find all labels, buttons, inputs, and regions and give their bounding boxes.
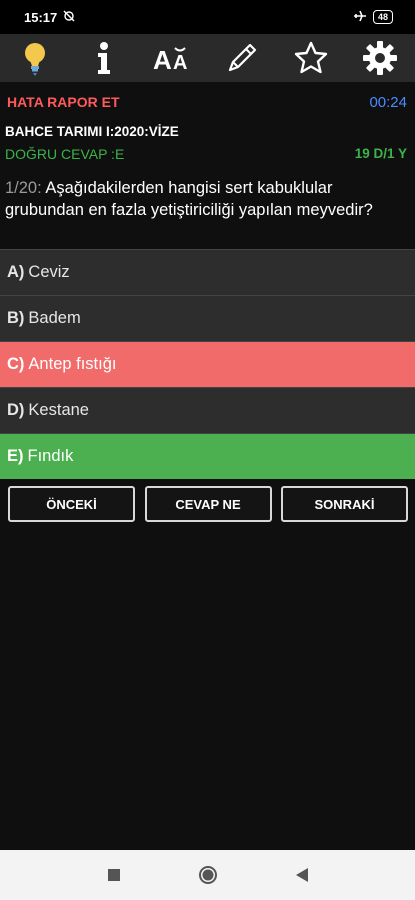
answer-row: DOĞRU CEVAP :E 19 D/1 Y: [5, 146, 407, 162]
info-icon[interactable]: [79, 37, 129, 79]
option-text: Fındık: [27, 447, 74, 465]
option-key: D): [7, 401, 25, 419]
option-text: Antep fıstığı: [28, 355, 117, 373]
system-nav-bar: [0, 850, 415, 900]
option-text: Ceviz: [28, 263, 70, 281]
option-key: E): [7, 447, 24, 465]
option-key: B): [7, 309, 25, 327]
question-text: 1/20: Aşağıdakilerden hangisi sert kabuk…: [5, 177, 407, 221]
previous-button[interactable]: ÖNCEKİ: [8, 486, 135, 522]
pencil-icon[interactable]: [217, 37, 267, 79]
option-text: Kestane: [28, 401, 89, 419]
correct-answer-label: DOĞRU CEVAP :E: [5, 146, 125, 162]
question-number: 1/20:: [5, 179, 42, 197]
font-size-icon[interactable]: A A: [148, 37, 198, 79]
option-e[interactable]: E) Fındık: [0, 433, 415, 479]
option-d[interactable]: D) Kestane: [0, 387, 415, 433]
star-icon[interactable]: [286, 37, 336, 79]
option-b[interactable]: B) Badem: [0, 295, 415, 341]
sync-off-icon: [63, 10, 75, 25]
recents-icon[interactable]: [102, 863, 126, 887]
show-answer-button[interactable]: CEVAP NE: [144, 486, 272, 522]
option-text: Badem: [28, 309, 81, 327]
option-key: C): [7, 355, 25, 373]
status-right: 48: [353, 10, 393, 25]
exam-title: BAHCE TARIMI I:2020:VİZE: [5, 124, 179, 139]
header-row: HATA RAPOR ET 00:24: [7, 92, 407, 112]
options-list: A) Ceviz B) Badem C) Antep fıstığı D) Ke…: [0, 249, 415, 479]
status-bar: 15:17 48: [0, 0, 415, 34]
status-time: 15:17: [24, 9, 58, 25]
navigation-buttons: ÖNCEKİ CEVAP NE SONRAKİ: [8, 486, 408, 522]
battery-icon: 48: [372, 10, 393, 24]
question-body: Aşağıdakilerden hangisi sert kabuklular …: [5, 179, 373, 219]
home-icon[interactable]: [196, 863, 220, 887]
lightbulb-icon[interactable]: [10, 37, 60, 79]
svg-text:A: A: [173, 52, 187, 72]
status-left: 15:17: [24, 10, 75, 25]
report-error-link[interactable]: HATA RAPOR ET: [7, 94, 120, 110]
option-a[interactable]: A) Ceviz: [0, 249, 415, 295]
svg-text:A: A: [153, 45, 172, 72]
back-icon[interactable]: [290, 863, 314, 887]
timer: 00:24: [369, 93, 407, 111]
app-toolbar: A A: [0, 34, 415, 82]
option-key: A): [7, 263, 25, 281]
score-label: 19 D/1 Y: [354, 146, 407, 161]
next-button[interactable]: SONRAKİ: [281, 486, 408, 522]
airplane-mode-icon: [353, 10, 367, 25]
gear-icon[interactable]: [355, 37, 405, 79]
quiz-content: HATA RAPOR ET 00:24 BAHCE TARIMI I:2020:…: [0, 82, 415, 850]
option-c[interactable]: C) Antep fıstığı: [0, 341, 415, 387]
